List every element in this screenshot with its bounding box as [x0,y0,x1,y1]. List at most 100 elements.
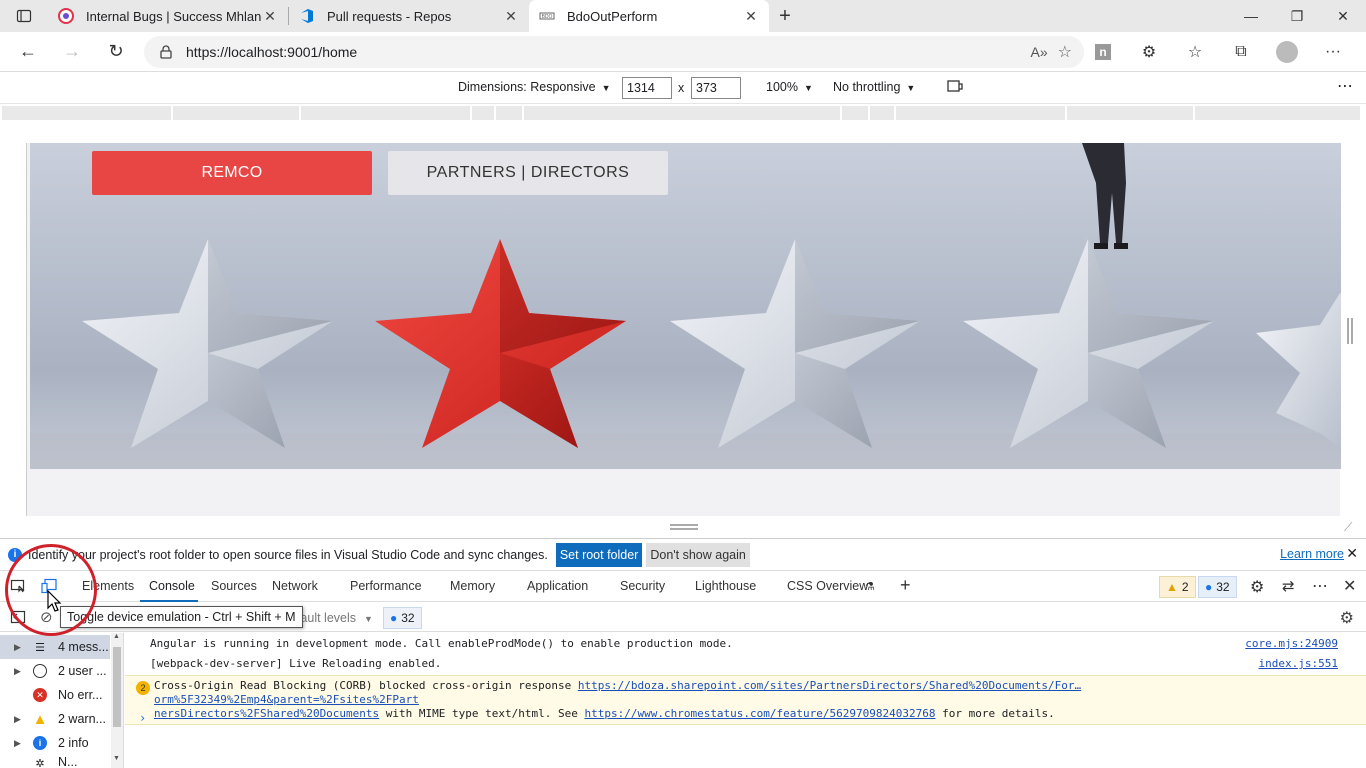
warning-text: with MIME type text/html. See [379,707,585,720]
minimize-button[interactable]: — [1228,0,1274,32]
console-warning-row: 2 Cross-Origin Read Blocking (CORB) bloc… [125,675,1366,725]
sidebar-item-verbose[interactable]: ✲ N... [0,755,110,768]
viewport-corner-resize-handle[interactable]: ⟋ [1344,520,1352,535]
close-devtools-icon[interactable]: ✕ [1343,576,1356,596]
warnings-badge[interactable]: ▲ 2 [1159,576,1196,598]
rotate-button[interactable] [946,78,964,97]
height-input[interactable] [691,77,741,99]
tab-console[interactable]: Console [149,579,195,593]
back-button[interactable]: ← [6,34,50,70]
log-source-link[interactable]: core.mjs:24909 [1245,637,1338,650]
tab-lighthouse[interactable]: Lighthouse [695,579,756,593]
corb-url-link-cont[interactable]: nersDirectors%2FShared%20Documents [154,707,379,720]
sidebar-item-messages[interactable]: ▶ ☰ 4 mess... [0,635,110,659]
favorites-icon[interactable]: ☆ [1172,34,1218,70]
address-bar[interactable]: https://localhost:9001/home A» ☆ [144,36,1084,68]
arrow-left-icon: ← [19,41,37,61]
expand-triangle-icon[interactable]: ▶ [14,642,24,653]
warnings-count: 2 [1181,580,1189,594]
tab-title: Internal Bugs | Success Mhlanga [86,8,262,24]
throttling-dropdown[interactable]: No throttling ▼ [833,80,915,94]
set-root-folder-button[interactable]: Set root folder [555,542,643,567]
tab-application[interactable]: Application [527,579,588,593]
devtools-infobar: i Identify your project's root folder to… [0,538,1366,570]
zoom-label: 100% [766,80,798,94]
browser-tab-internal-bugs[interactable]: Internal Bugs | Success Mhlanga ✕ [48,0,288,32]
extensions-puzzle-icon[interactable]: ⚙ [1126,34,1172,70]
dock-side-icon[interactable]: ⇄ [1282,577,1295,595]
tooltip: Toggle device emulation - Ctrl + Shift +… [60,606,303,628]
console-settings-gear-icon[interactable]: ⚙ [1340,608,1354,628]
viewport-width-resize-handle[interactable] [1347,318,1353,344]
learn-more-link[interactable]: Learn more [1280,547,1344,561]
chromestatus-link[interactable]: https://www.chromestatus.com/feature/562… [584,707,935,720]
partners-directors-button[interactable]: PARTNERS | DIRECTORS [388,151,668,195]
settings-more-icon[interactable]: ··· [1310,34,1356,70]
sidebar-item-label: N... [58,755,78,768]
tab-security[interactable]: Security [620,579,665,593]
restore-button[interactable]: ❐ [1274,0,1320,32]
browser-tab-bdooutperform[interactable]: BDO BdoOutPerform ✕ [529,0,769,32]
browser-tab-pull-requests[interactable]: Pull requests - Repos ✕ [289,0,529,32]
sidebar-item-errors[interactable]: ✕ No err... [0,683,110,707]
console-sidebar: ▶ ☰ 4 mess... ▶ 2 user ... ✕ No err... ▶… [0,633,124,768]
expand-triangle-icon[interactable]: ▶ [14,666,24,677]
collections-icon[interactable]: ⧉ [1218,34,1264,70]
tab-close-icon[interactable]: ✕ [743,8,759,25]
message-icon: ● [1205,580,1213,594]
viewport-height-resize-handle[interactable] [670,524,698,530]
devtools-settings-gear-icon[interactable]: ⚙ [1250,577,1264,597]
scroll-up-icon[interactable]: ▲ [113,633,120,640]
sidebar-item-label: 4 mess... [58,640,109,654]
sidebar-item-info[interactable]: ▶ i 2 info [0,731,110,755]
dimensions-dropdown[interactable]: Dimensions: Responsive ▼ [458,80,610,94]
expand-triangle-icon[interactable]: ▶ [14,738,24,749]
tab-performance[interactable]: Performance [350,579,422,593]
bdo-favicon-icon: BDO [539,12,555,20]
scrollbar-thumb[interactable] [113,647,121,727]
more-tabs-plus-icon[interactable]: + [900,575,911,596]
tab-css-overview[interactable]: CSS Overview [787,579,868,593]
warning-icon: ▲ [1166,580,1178,594]
expand-triangle-icon[interactable]: ▶ [14,714,24,725]
tab-sources[interactable]: Sources [211,579,257,593]
svg-text:BDO: BDO [542,14,553,20]
tab-close-icon[interactable]: ✕ [503,8,519,25]
new-tab-button[interactable]: + [769,0,801,32]
messages-badge[interactable]: ● 32 [1198,576,1237,598]
tab-memory[interactable]: Memory [450,579,495,593]
remco-button[interactable]: REMCO [92,151,372,195]
zoom-dropdown[interactable]: 100% ▼ [766,80,813,94]
sidebar-item-warnings[interactable]: ▶ ▲ 2 warn... [0,707,110,731]
dont-show-again-button[interactable]: Don't show again [646,542,750,567]
device-toolbar-more-icon[interactable]: ⋯ [1337,76,1353,96]
sidebar-item-label: 2 warn... [58,712,106,726]
chevron-down-icon: ▼ [601,83,611,93]
azure-devops-icon [301,9,313,23]
extension-n-icon[interactable]: n [1080,34,1126,70]
console-prompt-chevron-icon[interactable]: › [139,711,146,725]
scroll-down-icon[interactable]: ▼ [113,755,120,762]
throttling-label: No throttling [833,80,901,94]
forward-button[interactable]: → [50,34,94,70]
refresh-button[interactable]: ↻ [94,34,138,70]
tab-title: BdoOutPerform [567,8,658,24]
devtools-more-icon[interactable]: ⋯ [1312,576,1328,596]
read-aloud-icon[interactable]: A» [1031,40,1048,62]
sidebar-item-user-messages[interactable]: ▶ 2 user ... [0,659,110,683]
favorite-star-icon[interactable]: ☆ [1058,40,1072,62]
rotate-icon [947,80,963,92]
tab-close-icon[interactable]: ✕ [262,8,278,25]
profile-avatar[interactable] [1264,34,1310,70]
sidebar-scrollbar[interactable]: ▲ ▼ [111,633,123,768]
log-source-link[interactable]: index.js:551 [1259,657,1338,670]
width-input[interactable] [622,77,672,99]
tab-actions-button[interactable] [0,0,48,32]
tab-network[interactable]: Network [272,579,318,593]
console-log-row: Angular is running in development mode. … [125,637,1366,655]
browser-toolbar: ← → ↻ https://localhost:9001/home A» ☆ n… [0,32,1366,72]
close-window-button[interactable]: ✕ [1320,0,1366,32]
issues-count-badge[interactable]: ● 32 [383,607,422,629]
close-icon[interactable]: ✕ [1346,545,1358,562]
verbose-icon: ✲ [35,757,45,768]
